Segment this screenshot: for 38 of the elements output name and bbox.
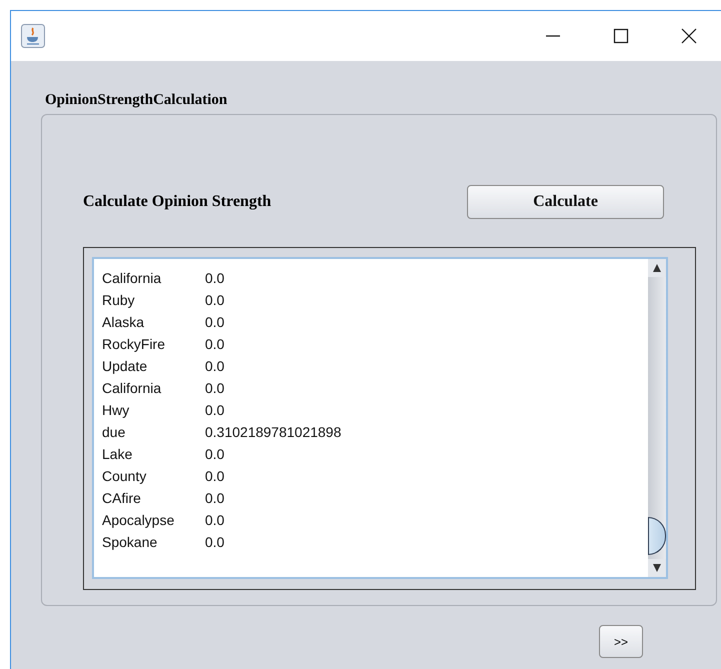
term-text: CAfire [102,490,142,506]
score-text: 0.0 [205,358,224,374]
close-icon [681,28,697,44]
term-text: RockyFire [102,336,166,352]
term-text: Ruby [102,292,136,308]
score-text: 0.0 [205,490,224,506]
score-text: 0.0 [205,512,224,528]
group-title: OpinionStrengthCalculation [44,92,228,110]
term-text: Update [102,358,148,374]
prompt-label: Calculate Opinion Strength [83,193,272,211]
cup-icon [21,24,45,48]
score-text: 0.0 [205,446,224,462]
score-text: 0.0 [205,270,224,286]
maximize-icon [613,28,629,44]
score-text: 0.0 [205,314,224,330]
scroll-up-icon[interactable] [652,263,662,273]
score-text: 0.0 [205,336,224,352]
term-text: Hwy [102,402,130,418]
term-text: County [102,468,148,484]
score-text: 0.0 [205,402,224,418]
score-text: 0.0 [205,380,224,396]
term-text: California [102,380,162,396]
calculate-button[interactable]: Calculate [467,185,664,219]
term-text: California [102,270,162,286]
scroll-thumb[interactable] [648,517,666,555]
term-text: due [102,424,126,440]
term-text: Apocalypse [102,512,176,528]
scrollbar[interactable] [648,259,666,577]
score-text: 0.0 [205,292,224,308]
term-text: Alaska [102,314,146,330]
score-text: 0.0 [205,468,224,484]
term-text: Spokane [102,534,158,550]
scroll-down-icon[interactable] [652,563,662,573]
next-button[interactable]: >> [599,625,643,658]
score-text: 0.3102189781021898 [205,424,342,440]
minimize-icon [545,35,561,37]
term-text: Lake [102,446,134,462]
score-text: 0.0 [205,534,224,550]
